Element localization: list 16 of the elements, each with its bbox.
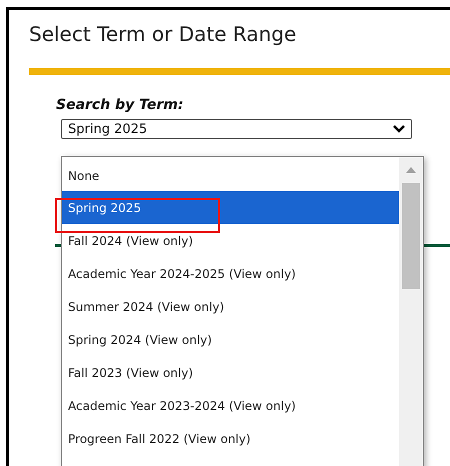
field-label: Search by Term: [56,97,184,113]
dropdown-option[interactable]: Summer 2024 (View only) [62,290,399,323]
dropdown-option[interactable]: Spring 2025 [62,191,399,224]
dropdown-option[interactable]: Spring 2024 (View only) [62,323,399,356]
chevron-down-icon [393,125,405,133]
scrollbar[interactable] [399,157,423,466]
dropdown-option[interactable]: Academic Year 2024-2025 (View only) [62,257,399,290]
dropdown-option[interactable]: None [62,161,399,191]
scrollbar-thumb[interactable] [402,183,420,289]
scroll-up-icon [406,167,416,173]
dropdown-option[interactable]: Fall 2024 (View only) [62,224,399,257]
dropdown-option[interactable]: Progreen Fall 2022 (View only) [62,422,399,455]
dropdown-option[interactable]: Academic Year 2023-2024 (View only) [62,389,399,422]
page-title: Select Term or Date Range [28,21,298,48]
dropdown-option[interactable]: Fall 2023 (View only) [62,356,399,389]
term-select[interactable]: Spring 2025 [61,119,412,139]
